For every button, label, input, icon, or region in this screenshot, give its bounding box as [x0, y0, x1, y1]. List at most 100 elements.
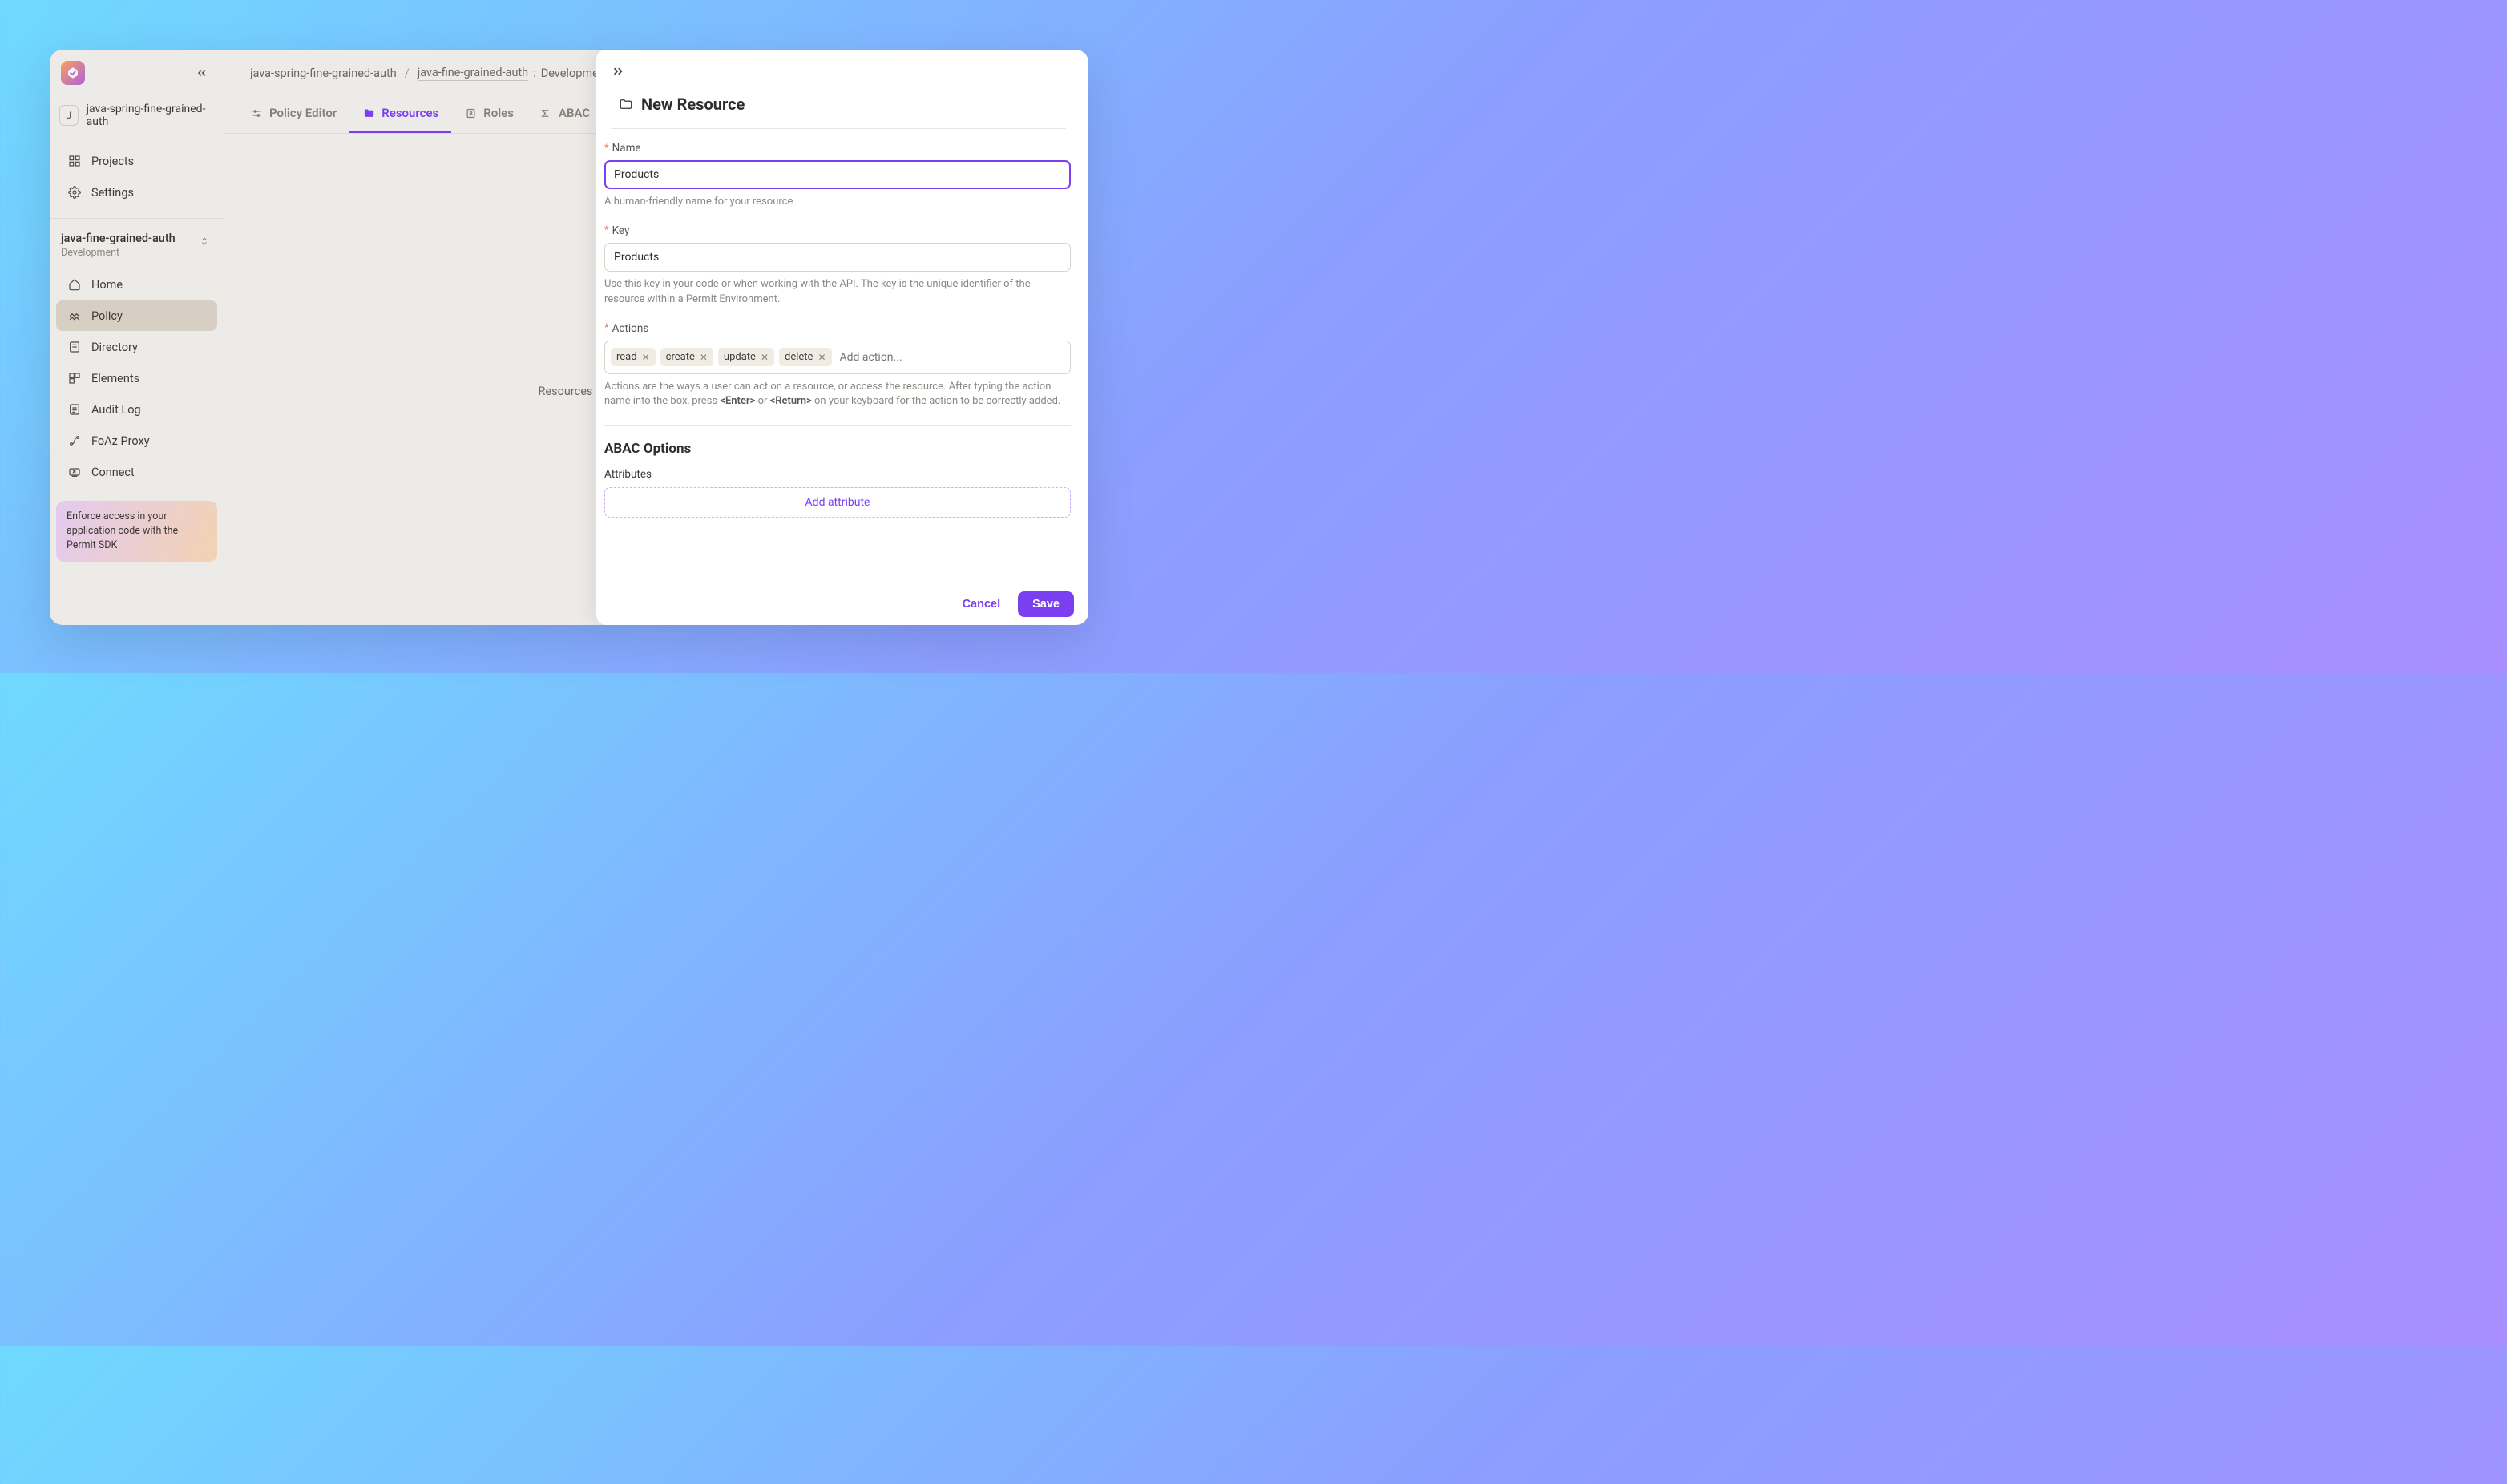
workspace-name: java-spring-fine-grained-auth	[87, 103, 214, 128]
connect-icon	[67, 465, 82, 479]
sdk-card-text: Enforce access in your application code …	[67, 510, 178, 551]
required-marker: *	[604, 322, 609, 334]
folder-icon	[362, 107, 375, 119]
sidebar-item-label: FoAz Proxy	[91, 434, 150, 448]
action-tag: delete ✕	[779, 348, 832, 366]
action-tag: read ✕	[611, 348, 656, 366]
actions-tag-input[interactable]: read ✕ create ✕ update ✕ delete ✕	[604, 341, 1071, 374]
audit-icon	[67, 402, 82, 417]
workspace-selector[interactable]: J java-spring-fine-grained-auth	[50, 96, 224, 140]
action-tag-remove[interactable]: ✕	[700, 352, 708, 363]
add-attribute-button[interactable]: Add attribute	[604, 487, 1071, 518]
chevrons-right-icon	[611, 64, 625, 79]
drawer-new-resource: New Resource *Name A human-friendly name…	[596, 50, 1088, 625]
folder-outline-icon	[619, 97, 633, 111]
sidebar-item-connect[interactable]: Connect	[56, 457, 217, 487]
name-input[interactable]	[604, 160, 1071, 189]
drawer-footer: Cancel Save	[596, 583, 1088, 625]
field-actions-help: Actions are the ways a user can act on a…	[604, 380, 1071, 410]
breadcrumb-separator: /	[405, 67, 410, 80]
sidebar-divider	[50, 218, 224, 219]
drawer-title-row: New Resource	[611, 82, 1066, 129]
sidebar-item-foaz-proxy[interactable]: FoAz Proxy	[56, 425, 217, 456]
drawer-divider	[604, 425, 1071, 426]
save-button[interactable]: Save	[1018, 591, 1074, 617]
breadcrumb-workspace[interactable]: java-spring-fine-grained-auth	[250, 67, 397, 80]
action-tag-label: update	[724, 351, 756, 363]
home-icon	[67, 277, 82, 292]
sidebar-item-label: Settings	[91, 186, 134, 200]
sidebar-item-settings[interactable]: Settings	[56, 177, 217, 208]
tab-label: ABAC	[559, 106, 590, 120]
directory-icon	[67, 340, 82, 354]
action-tag-remove[interactable]: ✕	[642, 352, 650, 363]
tab-policy-editor[interactable]: Policy Editor	[237, 96, 349, 133]
sidebar-item-label: Connect	[91, 466, 135, 479]
sidebar-section-top: Projects Settings	[50, 140, 224, 213]
chevron-updown-icon	[200, 235, 209, 251]
field-name-help: A human-friendly name for your resource	[604, 195, 1071, 210]
environment-selector[interactable]: java-fine-grained-auth Development	[50, 224, 224, 264]
action-tag-remove[interactable]: ✕	[818, 352, 826, 363]
workspace-avatar: J	[59, 105, 79, 126]
sidebar-item-label: Directory	[91, 341, 138, 354]
breadcrumb-project[interactable]: java-fine-grained-auth	[418, 66, 528, 81]
tab-resources[interactable]: Resources	[349, 96, 451, 133]
elements-icon	[67, 371, 82, 385]
actions-add-input[interactable]	[837, 348, 1065, 367]
action-tag-label: create	[666, 351, 695, 363]
attributes-label: Attributes	[604, 468, 1071, 481]
sidebar-item-directory[interactable]: Directory	[56, 332, 217, 362]
action-tag: create ✕	[660, 348, 713, 366]
field-actions: *Actions read✕create✕update✕delete✕ Acti…	[604, 322, 1071, 410]
action-tag-label: delete	[785, 351, 813, 363]
environment-name: Development	[61, 247, 212, 259]
sidebar-item-label: Audit Log	[91, 403, 141, 417]
sidebar-item-label: Elements	[91, 372, 139, 385]
drawer-close-button[interactable]	[611, 64, 627, 80]
policy-icon	[67, 308, 82, 323]
field-key: *Key Use this key in your code or when w…	[604, 224, 1071, 308]
sidebar-section-nav: Home Policy Directory Elements Audit Log…	[50, 264, 224, 493]
roles-icon	[464, 107, 477, 119]
sidebar-item-label: Home	[91, 278, 123, 292]
app-logo[interactable]	[61, 61, 85, 85]
sidebar-top	[50, 50, 224, 96]
action-tag-label: read	[616, 351, 637, 363]
action-tag: update ✕	[718, 348, 774, 366]
chevrons-left-icon	[196, 67, 208, 79]
sidebar-item-policy[interactable]: Policy	[56, 300, 217, 331]
environment-project: java-fine-grained-auth	[61, 232, 212, 245]
sliders-icon	[250, 107, 263, 119]
field-name-label: *Name	[604, 142, 1071, 155]
app-window: J java-spring-fine-grained-auth Projects…	[50, 50, 1088, 625]
breadcrumb-colon: :	[533, 67, 536, 80]
sidebar-item-home[interactable]: Home	[56, 269, 217, 300]
tab-label: Roles	[483, 106, 514, 120]
tab-abac[interactable]: ABAC	[527, 96, 603, 133]
sidebar-item-label: Projects	[91, 155, 134, 168]
field-key-help: Use this key in your code or when workin…	[604, 277, 1071, 308]
field-key-label: *Key	[604, 224, 1071, 237]
required-marker: *	[604, 224, 609, 236]
required-marker: *	[604, 143, 609, 155]
key-input[interactable]	[604, 243, 1071, 272]
gear-icon	[67, 185, 82, 200]
sdk-promo-card[interactable]: Enforce access in your application code …	[56, 501, 217, 562]
sidebar: J java-spring-fine-grained-auth Projects…	[50, 50, 224, 625]
sigma-icon	[539, 107, 552, 119]
drawer-title: New Resource	[641, 95, 745, 114]
tab-label: Policy Editor	[269, 106, 337, 120]
sidebar-item-elements[interactable]: Elements	[56, 363, 217, 393]
sidebar-item-label: Policy	[91, 309, 123, 323]
sidebar-collapse-button[interactable]	[192, 63, 212, 83]
sidebar-item-projects[interactable]: Projects	[56, 146, 217, 176]
action-tag-remove[interactable]: ✕	[761, 352, 769, 363]
tab-label: Resources	[382, 106, 438, 120]
sidebar-item-audit-log[interactable]: Audit Log	[56, 394, 217, 425]
grid-icon	[67, 154, 82, 168]
logo-icon	[66, 66, 80, 80]
cancel-button[interactable]: Cancel	[951, 591, 1012, 617]
tab-roles[interactable]: Roles	[451, 96, 527, 133]
field-name: *Name A human-friendly name for your res…	[604, 142, 1071, 210]
